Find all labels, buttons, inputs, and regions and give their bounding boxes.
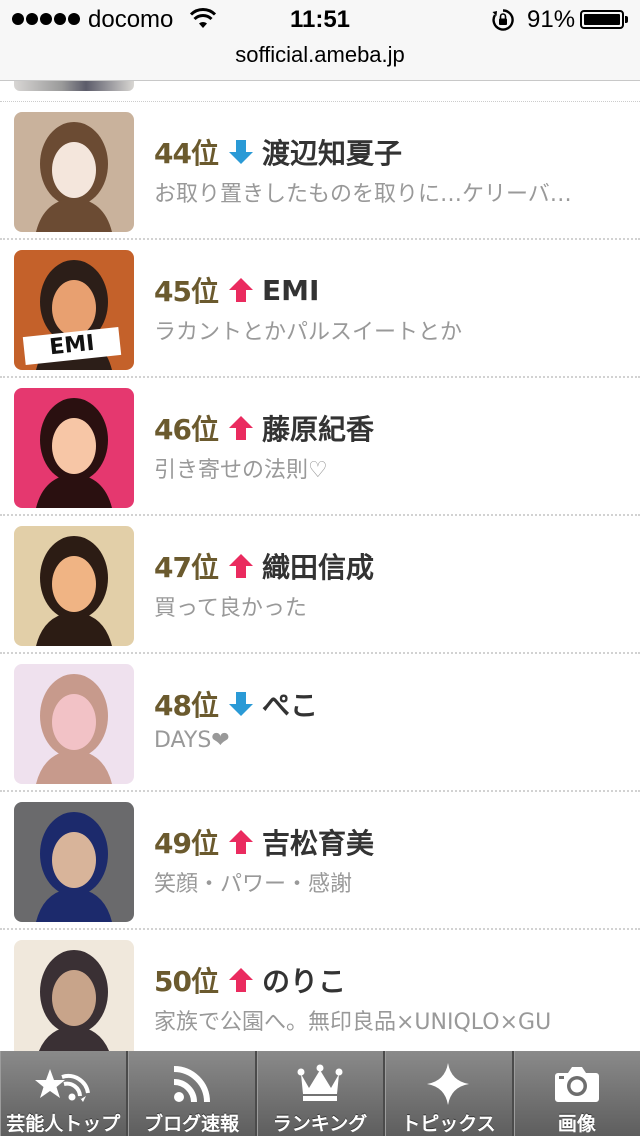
trend-up-arrow-icon bbox=[228, 829, 254, 855]
rank-number: 48位 bbox=[154, 689, 219, 722]
blog-title: 買って良かった bbox=[154, 596, 307, 621]
rank-number: 46位 bbox=[154, 413, 219, 446]
battery-icon bbox=[580, 10, 628, 29]
rank-number: 50位 bbox=[154, 965, 219, 998]
tab-bar: 芸能人トップ ブログ速報 ランキング トピックス 画像 bbox=[0, 1051, 640, 1136]
tab-label: 芸能人トップ bbox=[6, 1113, 121, 1135]
celebrity-name: 吉松育美 bbox=[261, 827, 374, 860]
celebrity-name: のりこ bbox=[261, 965, 346, 998]
list-item[interactable]: 46位 藤原紀香引き寄せの法則♡ bbox=[0, 378, 640, 516]
rank-number: 45位 bbox=[154, 275, 219, 308]
blog-title: お取り置きしたものを取りに…ケリーバ… bbox=[154, 182, 572, 207]
rank-headline: 45位 EMI bbox=[154, 270, 319, 310]
celebrity-name: 織田信成 bbox=[261, 551, 374, 584]
tab-topics[interactable]: トピックス bbox=[385, 1051, 514, 1136]
trend-up-arrow-icon bbox=[228, 277, 254, 303]
list-item[interactable]: 47位 織田信成買って良かった bbox=[0, 516, 640, 654]
blog-title: 家族で公園へ。無印良品×UNIQLO×GU bbox=[154, 1010, 552, 1035]
list-item[interactable]: 50位 のりこ家族で公園へ。無印良品×UNIQLO×GU bbox=[0, 930, 640, 1051]
avatar bbox=[14, 112, 134, 232]
rank-headline: 49位 吉松育美 bbox=[154, 822, 374, 862]
tab-images[interactable]: 画像 bbox=[514, 1051, 640, 1136]
rank-headline: 48位 ぺこ bbox=[154, 684, 318, 724]
tab-celebrity-top[interactable]: 芸能人トップ bbox=[0, 1051, 129, 1136]
tab-ranking[interactable]: ランキング bbox=[257, 1051, 386, 1136]
blog-title: 笑顔・パワー・感謝 bbox=[154, 872, 353, 897]
rss-icon bbox=[128, 1061, 254, 1107]
list-item[interactable]: 49位 吉松育美笑顔・パワー・感謝 bbox=[0, 792, 640, 930]
avatar bbox=[14, 940, 134, 1051]
rank-number: 49位 bbox=[154, 827, 219, 860]
thumbnail-partial bbox=[14, 81, 134, 91]
rank-number: 44位 bbox=[154, 137, 219, 170]
camera-icon bbox=[514, 1061, 640, 1107]
trend-up-arrow-icon bbox=[228, 553, 254, 579]
sparkle-icon bbox=[385, 1061, 511, 1107]
avatar: EMI bbox=[14, 250, 134, 370]
address-bar[interactable]: sofficial.ameba.jp bbox=[0, 42, 640, 81]
rank-headline: 46位 藤原紀香 bbox=[154, 408, 374, 448]
tab-label: ブログ速報 bbox=[144, 1113, 240, 1135]
rank-headline: 47位 織田信成 bbox=[154, 546, 374, 586]
celebrity-name: 藤原紀香 bbox=[261, 413, 374, 446]
tab-label: トピックス bbox=[401, 1113, 496, 1135]
celebrity-name: EMI bbox=[261, 273, 320, 307]
avatar bbox=[14, 802, 134, 922]
rank-headline: 44位 渡辺知夏子 bbox=[154, 132, 402, 172]
trend-up-arrow-icon bbox=[228, 415, 254, 441]
ranking-list: 44位 渡辺知夏子お取り置きしたものを取りに…ケリーバ… EMI 45位 EMI ラカント… bbox=[0, 81, 640, 1051]
blog-title: ラカントとかパルスイートとか bbox=[154, 320, 463, 345]
status-bar: docomo 11:51 91% bbox=[0, 0, 640, 42]
list-item-partial[interactable] bbox=[0, 81, 640, 102]
trend-up-arrow-icon bbox=[228, 967, 254, 993]
celebrity-name: 渡辺知夏子 bbox=[261, 137, 402, 170]
tab-label: 画像 bbox=[557, 1113, 596, 1135]
tab-label: ランキング bbox=[272, 1113, 368, 1135]
avatar bbox=[14, 664, 134, 784]
avatar bbox=[14, 388, 134, 508]
tab-blog-news[interactable]: ブログ速報 bbox=[128, 1051, 257, 1136]
list-item[interactable]: EMI 45位 EMI ラカントとかパルスイートとか bbox=[0, 240, 640, 378]
list-item[interactable]: 48位 ぺこ DAYS❤ bbox=[0, 654, 640, 792]
trend-down-arrow-icon bbox=[228, 139, 254, 165]
celebrity-name: ぺこ bbox=[261, 689, 318, 722]
blog-title: 引き寄せの法則♡ bbox=[154, 458, 328, 483]
rank-number: 47位 bbox=[154, 551, 219, 584]
blog-title: DAYS❤ bbox=[154, 728, 230, 753]
screen: docomo 11:51 91% sofficial.ameba.jp 44位 … bbox=[0, 0, 640, 1136]
crown-icon bbox=[257, 1061, 383, 1107]
star-wifi-icon bbox=[0, 1061, 126, 1107]
rank-headline: 50位 のりこ bbox=[154, 960, 346, 1000]
battery-percent: 91% bbox=[527, 6, 576, 33]
avatar bbox=[14, 526, 134, 646]
list-item[interactable]: 44位 渡辺知夏子お取り置きしたものを取りに…ケリーバ… bbox=[0, 102, 640, 240]
url-text: sofficial.ameba.jp bbox=[235, 42, 405, 67]
rotation-lock-icon bbox=[491, 8, 515, 36]
trend-down-arrow-icon bbox=[228, 691, 254, 717]
